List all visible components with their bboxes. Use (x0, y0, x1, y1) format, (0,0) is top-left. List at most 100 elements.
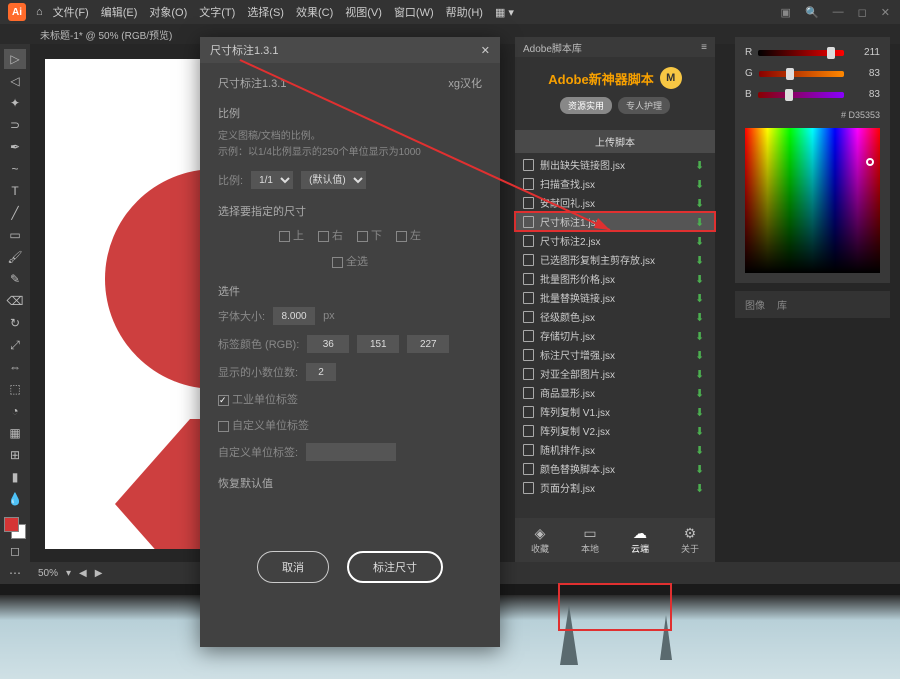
download-icon[interactable]: ⬇ (695, 254, 707, 266)
font-size-input[interactable] (273, 307, 315, 325)
chk-all[interactable]: 全选 (332, 253, 368, 269)
edit-toolbar[interactable]: ⋯ (4, 563, 26, 583)
color-swatches[interactable] (4, 517, 26, 539)
download-icon[interactable]: ⬇ (695, 482, 707, 494)
menu-effect[interactable]: 效果(C) (296, 4, 333, 20)
footer-tab-fav[interactable]: ◈收藏 (531, 525, 549, 555)
menu-text[interactable]: 文字(T) (199, 4, 235, 20)
shape-builder-tool[interactable]: ◔ (4, 401, 26, 421)
menu-edit[interactable]: 编辑(E) (101, 4, 138, 20)
window-min-icon[interactable]: — (833, 6, 844, 18)
eyedropper-tool[interactable]: 💧 (4, 489, 26, 509)
selection-tool[interactable]: ▷ (4, 49, 26, 69)
free-transform-tool[interactable]: ⬚ (4, 379, 26, 399)
menu-help[interactable]: 帮助(H) (446, 4, 483, 20)
menu-view[interactable]: 视图(V) (345, 4, 382, 20)
menu-file[interactable]: 文件(F) (53, 4, 89, 20)
fg-swatch[interactable] (4, 517, 19, 532)
script-item[interactable]: 阵列复制 V2.jsx⬇ (515, 421, 715, 440)
download-icon[interactable]: ⬇ (695, 425, 707, 437)
sync-icon[interactable]: ▣ (781, 6, 791, 19)
color-r-input[interactable] (307, 335, 349, 353)
download-icon[interactable]: ⬇ (695, 406, 707, 418)
download-icon[interactable]: ⬇ (695, 159, 707, 171)
menu-workspace-icon[interactable]: ▦ ▾ (495, 6, 514, 19)
scale-tool[interactable]: ⤢ (4, 335, 26, 355)
home-icon[interactable]: ⌂ (36, 6, 43, 18)
dialog-titlebar[interactable]: 尺寸标注1.3.1 ✕ (200, 37, 500, 63)
rotate-tool[interactable]: ↻ (4, 313, 26, 333)
menu-select[interactable]: 选择(S) (247, 4, 284, 20)
script-item[interactable]: 存储切片.jsx⬇ (515, 326, 715, 345)
rectangle-tool[interactable]: ▭ (4, 225, 26, 245)
download-icon[interactable]: ⬇ (695, 330, 707, 342)
chk-up[interactable]: 上 (279, 227, 304, 243)
color-g-input[interactable] (357, 335, 399, 353)
direct-select-tool[interactable]: ◁ (4, 71, 26, 91)
download-icon[interactable]: ⬇ (695, 216, 707, 228)
download-icon[interactable]: ⬇ (695, 463, 707, 475)
download-icon[interactable]: ⬇ (695, 273, 707, 285)
search-icon[interactable]: 🔍 (805, 6, 819, 19)
script-item[interactable]: 尺寸标注2.jsx⬇ (515, 231, 715, 250)
window-close-icon[interactable]: ✕ (881, 6, 890, 19)
download-icon[interactable]: ⬇ (695, 311, 707, 323)
chk-industrial[interactable]: 工业单位标签 (218, 391, 298, 407)
script-item[interactable]: 安献回礼.jsx⬇ (515, 193, 715, 212)
script-item[interactable]: 页面分割.jsx⬇ (515, 478, 715, 497)
pill-2[interactable]: 专人护理 (618, 97, 670, 114)
line-tool[interactable]: ╱ (4, 203, 26, 223)
download-icon[interactable]: ⬇ (695, 368, 707, 380)
script-item[interactable]: 尺寸标注1.jsx⬇ (515, 212, 715, 231)
chk-left[interactable]: 左 (396, 227, 421, 243)
color-b-input[interactable] (407, 335, 449, 353)
menu-window[interactable]: 窗口(W) (394, 4, 434, 20)
script-item[interactable]: 已选图形复制主剪存放.jsx⬇ (515, 250, 715, 269)
b-slider[interactable] (758, 92, 844, 98)
script-item[interactable]: 扫描查找.jsx⬇ (515, 174, 715, 193)
scale-select[interactable]: 1/1 (251, 171, 293, 189)
script-item[interactable]: 对亚全部图片.jsx⬇ (515, 364, 715, 383)
download-icon[interactable]: ⬇ (695, 444, 707, 456)
download-icon[interactable]: ⬇ (695, 349, 707, 361)
script-item[interactable]: 径级颜色.jsx⬇ (515, 307, 715, 326)
footer-tab-about[interactable]: ⚙关于 (681, 525, 699, 555)
gradient-tool[interactable]: ▮ (4, 467, 26, 487)
zoom-chevron-icon[interactable]: ▾ (66, 568, 71, 579)
panel-menu-icon[interactable]: ≡ (701, 42, 707, 53)
script-item[interactable]: 标注尺寸增强.jsx⬇ (515, 345, 715, 364)
script-item[interactable]: 批量图形价格.jsx⬇ (515, 269, 715, 288)
script-item[interactable]: 批量替换链接.jsx⬇ (515, 288, 715, 307)
eraser-tool[interactable]: ⌫ (4, 291, 26, 311)
width-tool[interactable]: ⇔ (4, 357, 26, 377)
tab-library[interactable]: 库 (777, 297, 787, 312)
tab-image[interactable]: 图像 (745, 297, 765, 312)
brush-tool[interactable]: 🖌 (4, 247, 26, 267)
chk-down[interactable]: 下 (357, 227, 382, 243)
scripts-tab[interactable]: 上传脚本 (515, 130, 715, 153)
footer-tab-cloud[interactable]: ☁云端 (631, 525, 649, 555)
script-item[interactable]: 阵列复制 V1.jsx⬇ (515, 402, 715, 421)
pill-1[interactable]: 资源实用 (560, 97, 612, 114)
confirm-button[interactable]: 标注尺寸 (347, 551, 443, 583)
decimals-input[interactable] (306, 363, 336, 381)
type-tool[interactable]: T (4, 181, 26, 201)
custom-unit-input[interactable] (306, 443, 396, 461)
download-icon[interactable]: ⬇ (695, 197, 707, 209)
scripts-header[interactable]: Adobe脚本库 ≡ (515, 37, 715, 57)
shaper-tool[interactable]: ✎ (4, 269, 26, 289)
chk-custom-unit[interactable]: 自定义单位标签 (218, 417, 309, 433)
zoom-dropdown[interactable]: 50% (38, 568, 58, 579)
window-max-icon[interactable]: ◻ (858, 6, 867, 19)
script-item[interactable]: 随机排作.jsx⬇ (515, 440, 715, 459)
download-icon[interactable]: ⬇ (695, 292, 707, 304)
download-icon[interactable]: ⬇ (695, 178, 707, 190)
screen-mode-tool[interactable]: ◻ (4, 541, 26, 561)
nav-next-icon[interactable]: ▶ (95, 568, 103, 579)
download-icon[interactable]: ⬇ (695, 387, 707, 399)
mesh-tool[interactable]: ⊞ (4, 445, 26, 465)
cancel-button[interactable]: 取消 (257, 551, 329, 583)
nav-prev-icon[interactable]: ◀ (79, 568, 87, 579)
scale-default-select[interactable]: (默认值) (301, 171, 366, 189)
document-tab[interactable]: 未标题-1* @ 50% (RGB/预览) (40, 27, 172, 42)
